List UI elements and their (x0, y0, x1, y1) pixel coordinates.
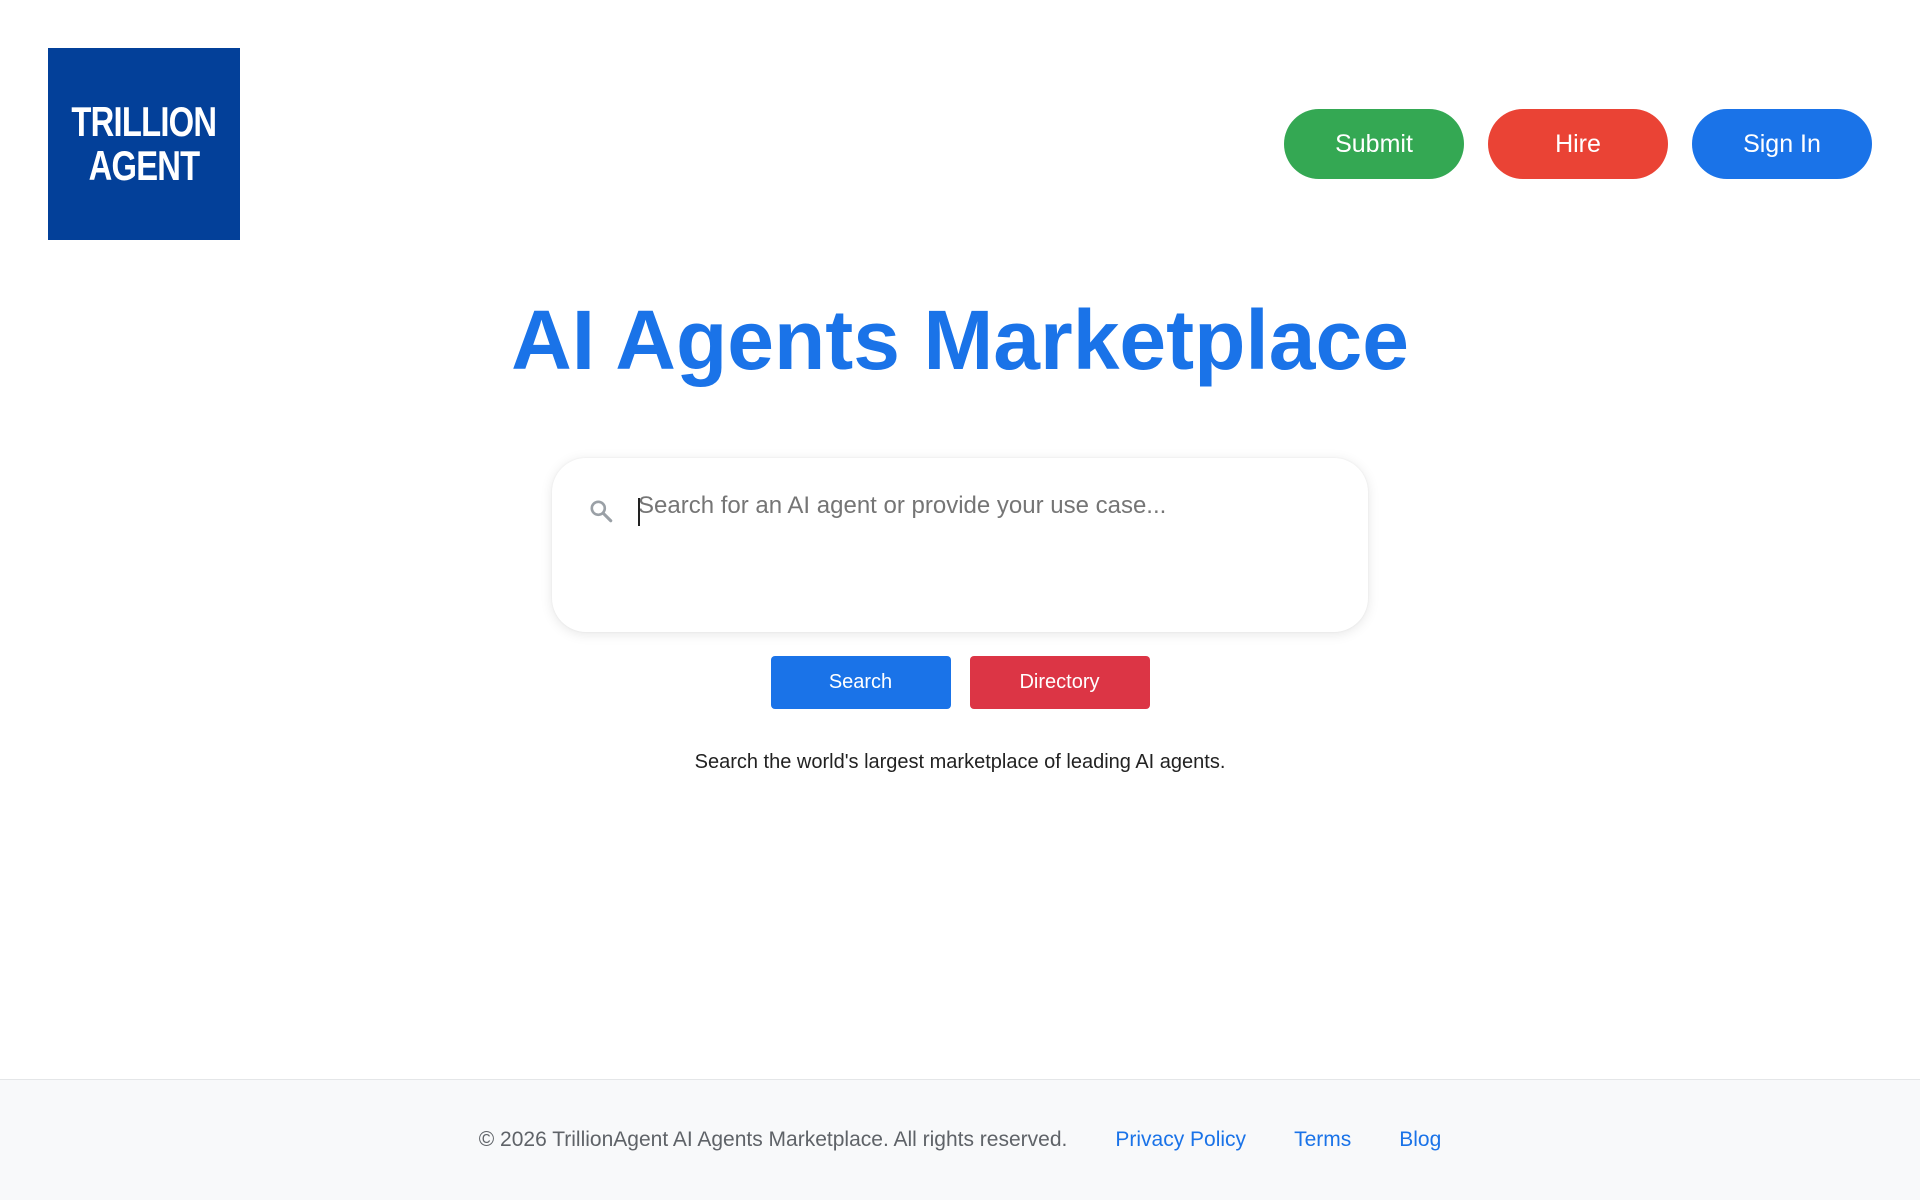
blog-link[interactable]: Blog (1399, 1128, 1441, 1152)
submit-button[interactable]: Submit (1284, 109, 1464, 179)
search-icon (590, 500, 613, 523)
copyright-text: © 2026 TrillionAgent AI Agents Marketpla… (478, 1128, 1068, 1151)
tagline: Search the world's largest marketplace o… (694, 751, 1226, 773)
search-box (552, 458, 1368, 632)
text-caret (638, 498, 640, 526)
logo-line-1: TRILLION (71, 98, 218, 145)
page-title: AI Agents Marketplace (511, 293, 1409, 387)
search-button[interactable]: Search (770, 656, 951, 709)
hire-button[interactable]: Hire (1488, 109, 1668, 179)
privacy-policy-link[interactable]: Privacy Policy (1115, 1128, 1246, 1152)
logo[interactable]: TRILLION AGENT (48, 48, 240, 240)
search-input[interactable] (638, 486, 1338, 606)
search-actions: Search Directory (0, 656, 1920, 709)
logo-line-2: AGENT (88, 142, 201, 189)
terms-link[interactable]: Terms (1294, 1128, 1351, 1152)
footer: © 2026 TrillionAgent AI Agents Marketpla… (0, 1079, 1920, 1200)
header-actions: Submit Hire Sign In (1284, 109, 1872, 179)
page: TRILLION AGENT Submit Hire Sign In AI Ag… (0, 0, 1920, 1200)
directory-button[interactable]: Directory (969, 656, 1150, 709)
sign-in-button[interactable]: Sign In (1692, 109, 1872, 179)
